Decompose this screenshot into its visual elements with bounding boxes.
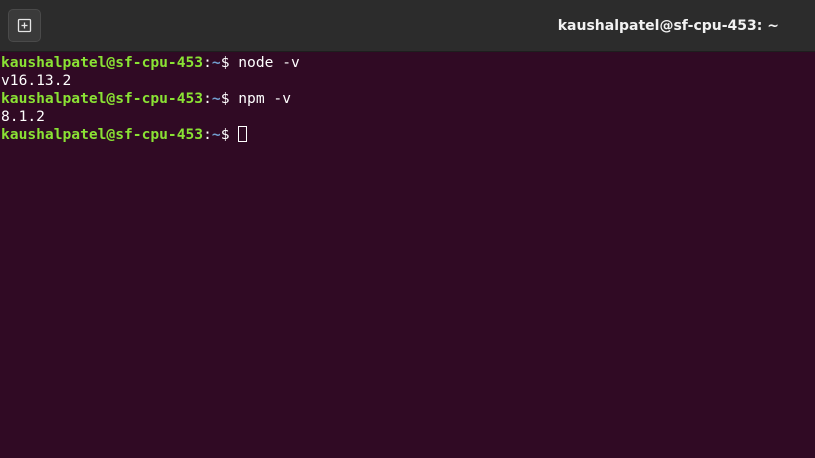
prompt-user-host: kaushalpatel@sf-cpu-453 [1, 54, 204, 71]
terminal-output[interactable]: kaushalpatel@sf-cpu-453:~$ node -v v16.1… [0, 52, 815, 458]
prompt-path: ~ [211, 54, 221, 71]
prompt-path: ~ [211, 90, 221, 107]
new-tab-button[interactable] [8, 9, 41, 42]
terminal-line: v16.13.2 [1, 72, 815, 90]
prompt-symbol: $ [220, 126, 239, 143]
terminal-line: kaushalpatel@sf-cpu-453:~$ [1, 126, 815, 144]
terminal-line: kaushalpatel@sf-cpu-453:~$ node -v [1, 54, 815, 72]
prompt-separator: : [203, 54, 212, 71]
output-text: v16.13.2 [1, 72, 72, 89]
prompt-path: ~ [211, 126, 221, 143]
prompt-symbol: $ [220, 90, 239, 107]
text-cursor [238, 126, 248, 142]
command-text: npm -v [238, 90, 291, 107]
new-tab-icon [17, 18, 32, 33]
terminal-window: kaushalpatel@sf-cpu-453: ~ kaushalpatel@… [0, 0, 815, 458]
prompt-user-host: kaushalpatel@sf-cpu-453 [1, 90, 204, 107]
terminal-line: 8.1.2 [1, 108, 815, 126]
window-title: kaushalpatel@sf-cpu-453: ~ [557, 18, 779, 34]
prompt-user-host: kaushalpatel@sf-cpu-453 [1, 126, 204, 143]
command-text: node -v [238, 54, 300, 71]
prompt-separator: : [203, 90, 212, 107]
prompt-symbol: $ [220, 54, 239, 71]
prompt-separator: : [203, 126, 212, 143]
title-bar: kaushalpatel@sf-cpu-453: ~ [0, 0, 815, 52]
terminal-line: kaushalpatel@sf-cpu-453:~$ npm -v [1, 90, 815, 108]
output-text: 8.1.2 [1, 108, 45, 125]
